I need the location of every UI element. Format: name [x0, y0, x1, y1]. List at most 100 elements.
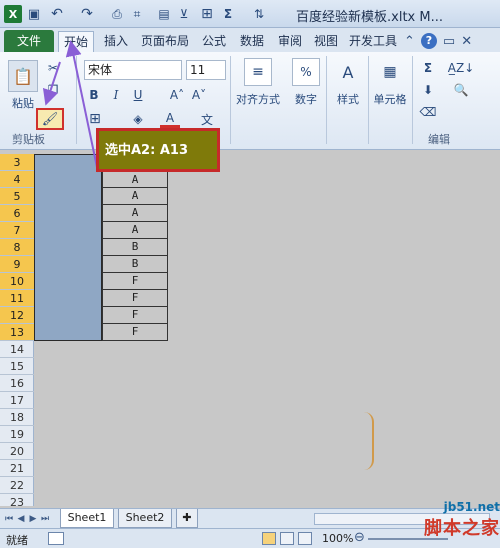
tab-insert[interactable]: 插入 — [100, 31, 132, 52]
table-cell[interactable]: F — [102, 307, 168, 324]
first-sheet-icon[interactable]: ⏮ — [4, 512, 14, 526]
save-icon[interactable]: ▣ — [26, 5, 42, 23]
number-format-icon[interactable]: % — [292, 58, 320, 86]
row-header[interactable]: 15 — [0, 358, 34, 375]
borders-button[interactable]: ⊞ — [86, 110, 104, 128]
tab-home[interactable]: 开始 — [58, 31, 94, 52]
tab-formulas[interactable]: 公式 — [198, 31, 230, 52]
next-sheet-icon[interactable]: ▶ — [28, 512, 38, 526]
table-cell[interactable]: F — [102, 324, 168, 341]
table-cell[interactable]: F — [102, 290, 168, 307]
table-cell[interactable]: A — [102, 188, 168, 205]
autosum-button[interactable]: Σ — [418, 60, 438, 76]
excel-logo-icon[interactable]: X — [4, 5, 22, 23]
font-color-button[interactable]: A — [160, 110, 180, 128]
italic-button[interactable]: I — [108, 86, 124, 104]
row-header[interactable]: 5 — [0, 188, 34, 205]
table-cell[interactable]: B — [102, 239, 168, 256]
sort-quick-icon[interactable]: ⇅ — [250, 5, 268, 23]
sum-quick-icon[interactable]: Σ — [220, 5, 236, 23]
sheet-tab-sheet2[interactable]: Sheet2 — [118, 509, 172, 528]
zoom-level[interactable]: 100% — [322, 532, 353, 545]
tab-file[interactable]: 文件 — [4, 30, 54, 52]
tab-review[interactable]: 审阅 — [274, 31, 306, 52]
paste-icon[interactable]: 📋 — [8, 60, 38, 92]
number-label[interactable]: 数字 — [290, 92, 322, 106]
row-header[interactable]: 20 — [0, 443, 34, 460]
quick-tool-icon[interactable]: ▤ — [156, 5, 172, 23]
selected-range-a[interactable] — [34, 154, 102, 341]
cut-icon[interactable]: ✂ — [44, 60, 62, 76]
row-header[interactable]: 6 — [0, 205, 34, 222]
row-header[interactable]: 10 — [0, 273, 34, 290]
window-restore-icon[interactable]: ▭ — [443, 34, 455, 49]
shrink-font-button[interactable]: A˅ — [190, 86, 208, 104]
underline-button[interactable]: U — [130, 86, 146, 104]
styles-label[interactable]: 样式 — [332, 92, 364, 106]
row-header[interactable]: 22 — [0, 477, 34, 494]
row-header[interactable]: 3 — [0, 154, 34, 171]
row-header[interactable]: 16 — [0, 375, 34, 392]
row-header[interactable]: 12 — [0, 307, 34, 324]
last-sheet-icon[interactable]: ⏭ — [40, 512, 50, 526]
fill-color-icon[interactable]: ◈ — [128, 110, 148, 128]
row-header[interactable]: 13 — [0, 324, 34, 341]
normal-view-icon[interactable] — [262, 532, 276, 545]
sheet-tab-sheet1[interactable]: Sheet1 — [60, 509, 114, 528]
print-preview-icon[interactable]: ⎙ — [108, 5, 126, 23]
row-header[interactable]: 11 — [0, 290, 34, 307]
status-ready: 就绪 — [6, 534, 28, 547]
table-cell[interactable]: A — [102, 205, 168, 222]
new-sheet-icon[interactable]: ✚ — [176, 509, 198, 528]
table-cell[interactable]: A — [102, 171, 168, 188]
quick-filter-icon[interactable]: ⊻ — [176, 5, 192, 23]
tab-view[interactable]: 视图 — [310, 31, 342, 52]
row-header[interactable]: 21 — [0, 460, 34, 477]
close-icon[interactable]: ✕ — [461, 34, 472, 49]
fill-down-icon[interactable]: ⬇ — [418, 82, 438, 98]
minimize-ribbon-icon[interactable]: ⌃ — [404, 34, 415, 49]
cursor-mark — [364, 412, 374, 470]
tab-page-layout[interactable]: 页面布局 — [138, 31, 192, 52]
phonetic-button[interactable]: 文 — [198, 110, 216, 128]
font-name-select[interactable]: 宋体 — [84, 60, 182, 80]
copy-icon[interactable]: ❐ — [44, 82, 62, 98]
tab-developer[interactable]: 开发工具 — [346, 31, 400, 52]
alignment-icon[interactable]: ≡ — [244, 58, 272, 86]
tab-data[interactable]: 数据 — [236, 31, 268, 52]
page-layout-view-icon[interactable] — [280, 532, 294, 545]
prev-sheet-icon[interactable]: ◀ — [16, 512, 26, 526]
paste-label[interactable]: 粘贴 — [10, 96, 36, 110]
quick-format-icon[interactable]: ⌗ — [128, 5, 146, 23]
row-header[interactable]: 8 — [0, 239, 34, 256]
row-header[interactable]: 14 — [0, 341, 34, 358]
styles-icon[interactable]: A — [334, 58, 362, 86]
zoom-out-icon[interactable]: ⊖ — [354, 530, 365, 545]
bold-button[interactable]: B — [86, 86, 102, 104]
table-cell[interactable]: A — [102, 222, 168, 239]
table-cell[interactable]: F — [102, 273, 168, 290]
cells-icon[interactable]: ▦ — [376, 58, 404, 86]
format-painter-button[interactable]: 🖌 — [36, 108, 64, 130]
row-header[interactable]: 17 — [0, 392, 34, 409]
page-break-view-icon[interactable] — [298, 532, 312, 545]
row-header[interactable]: 18 — [0, 409, 34, 426]
border-quick-icon[interactable]: ⊞ — [198, 5, 216, 23]
row-header[interactable]: 7 — [0, 222, 34, 239]
redo-icon[interactable]: ↷ — [78, 5, 96, 23]
clear-icon[interactable]: ⌫ — [418, 104, 438, 120]
row-header[interactable]: 9 — [0, 256, 34, 273]
font-size-select[interactable]: 11 — [186, 60, 226, 80]
macro-record-icon[interactable] — [48, 532, 64, 545]
row-header[interactable]: 4 — [0, 171, 34, 188]
group-divider — [230, 56, 231, 144]
cells-label[interactable]: 单元格 — [370, 92, 410, 106]
grow-font-button[interactable]: A˄ — [168, 86, 186, 104]
sort-filter-button[interactable]: A̲Z↓ — [448, 60, 474, 76]
alignment-label[interactable]: 对齐方式 — [232, 92, 284, 106]
help-icon[interactable]: ? — [420, 33, 437, 49]
table-cell[interactable]: B — [102, 256, 168, 273]
find-select-icon[interactable]: 🔍 — [448, 82, 474, 98]
row-header[interactable]: 19 — [0, 426, 34, 443]
undo-icon[interactable]: ↶ — [48, 5, 66, 23]
